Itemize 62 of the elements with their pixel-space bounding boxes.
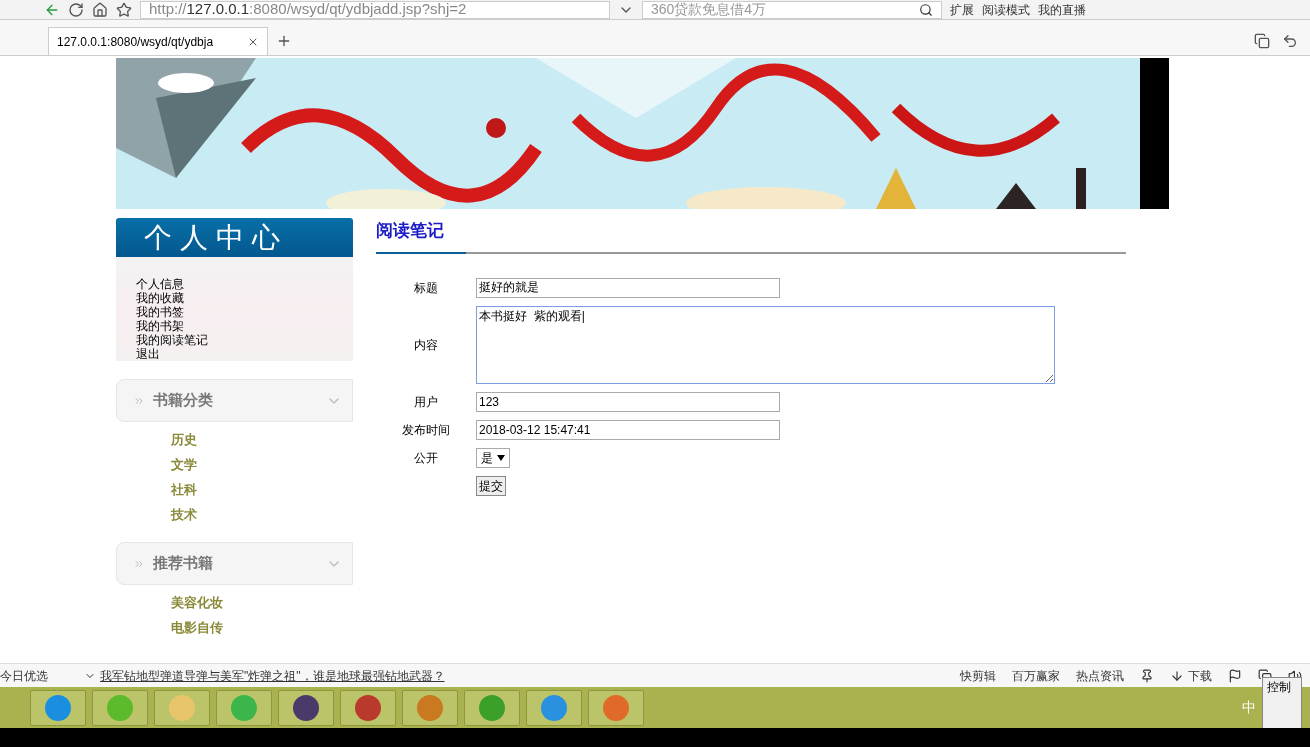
- browser-tab[interactable]: 127.0.0.1:8080/wsyd/qt/ydbja: [48, 27, 268, 55]
- app-icon: [293, 694, 319, 721]
- flag-icon[interactable]: [1228, 668, 1242, 683]
- sidebar-link[interactable]: 我的阅读笔记: [136, 333, 353, 347]
- toolbar-link[interactable]: 扩展: [950, 0, 974, 19]
- content-field[interactable]: 本书挺好 紫的观看|: [476, 305, 1055, 384]
- windows-icon[interactable]: [1254, 33, 1270, 49]
- select-field[interactable]: 是: [476, 447, 510, 468]
- status-item[interactable]: 快剪辑: [960, 666, 996, 685]
- category-link[interactable]: 技术: [171, 505, 353, 524]
- section-header[interactable]: 书籍分类: [116, 379, 353, 422]
- category-link[interactable]: 社科: [171, 480, 353, 499]
- field-label: 发布时间: [401, 421, 451, 439]
- sidebar-link[interactable]: 我的收藏: [136, 291, 353, 305]
- app-icon: [355, 694, 381, 721]
- app-icon: [541, 694, 567, 721]
- status-item[interactable]: 百万赢家: [1012, 666, 1060, 685]
- taskbar-button[interactable]: [278, 689, 334, 726]
- category-link[interactable]: 历史: [171, 430, 353, 449]
- undo-icon[interactable]: [1282, 33, 1298, 49]
- page-title: 阅读笔记: [376, 218, 466, 254]
- sidebar-link[interactable]: 个人信息: [136, 277, 353, 291]
- field-label: 用户: [413, 393, 439, 411]
- toolbar-link[interactable]: 我的直播: [1038, 0, 1086, 19]
- sidebar-link[interactable]: 退出: [136, 347, 353, 361]
- status-item[interactable]: 热点资讯: [1076, 666, 1124, 685]
- app-icon: [169, 694, 195, 721]
- pin-icon[interactable]: [1140, 668, 1154, 683]
- star-icon[interactable]: [116, 1, 132, 18]
- sidebar-link[interactable]: 我的书架: [136, 319, 353, 333]
- dropdown-arrow-icon: [497, 454, 505, 461]
- field-label: 内容: [413, 336, 439, 354]
- download-icon[interactable]: [1170, 668, 1184, 683]
- app-icon: [107, 694, 133, 721]
- submit-button[interactable]: 提交: [476, 475, 506, 496]
- download-link[interactable]: 下载: [1188, 666, 1212, 685]
- reload-icon[interactable]: [68, 1, 84, 18]
- field-label: 公开: [413, 449, 439, 467]
- new-tab-icon[interactable]: [276, 33, 292, 49]
- news-link[interactable]: 我军钻地型弹道导弹与美军"炸弹之祖"，谁是地球最强钻地武器？: [100, 666, 445, 685]
- sidebar-header: 个人中心: [116, 218, 353, 257]
- status-label[interactable]: 今日优选: [0, 666, 48, 685]
- address-field[interactable]: http://127.0.0.1:8080/wsyd/qt/ydbjadd.jsp?shj=2: [140, 0, 610, 19]
- category-link[interactable]: 文学: [171, 455, 353, 474]
- app-icon: [479, 694, 505, 721]
- app-icon: [45, 694, 71, 721]
- home-icon[interactable]: [92, 1, 108, 18]
- field-label: 标题: [413, 279, 439, 297]
- search-icon[interactable]: [919, 2, 933, 17]
- category-link[interactable]: 美容化妆: [171, 593, 353, 612]
- category-link[interactable]: 电影自传: [171, 618, 353, 637]
- text-field[interactable]: 2018-03-12 15:47:41: [476, 419, 780, 440]
- text-field[interactable]: 挺好的就是: [476, 277, 780, 298]
- toolbar-link[interactable]: 阅读模式: [982, 0, 1030, 19]
- app-icon: [603, 694, 629, 721]
- taskbar-button[interactable]: [340, 689, 396, 726]
- text-field[interactable]: 123: [476, 391, 780, 412]
- app-icon: [231, 694, 257, 721]
- sidebar-link[interactable]: 我的书签: [136, 305, 353, 319]
- app-icon: [417, 694, 443, 721]
- section-header[interactable]: 推荐书籍: [116, 542, 353, 585]
- url-text: http://127.0.0.1:8080/wsyd/qt/ydbjadd.jsp?shj=2: [149, 0, 467, 20]
